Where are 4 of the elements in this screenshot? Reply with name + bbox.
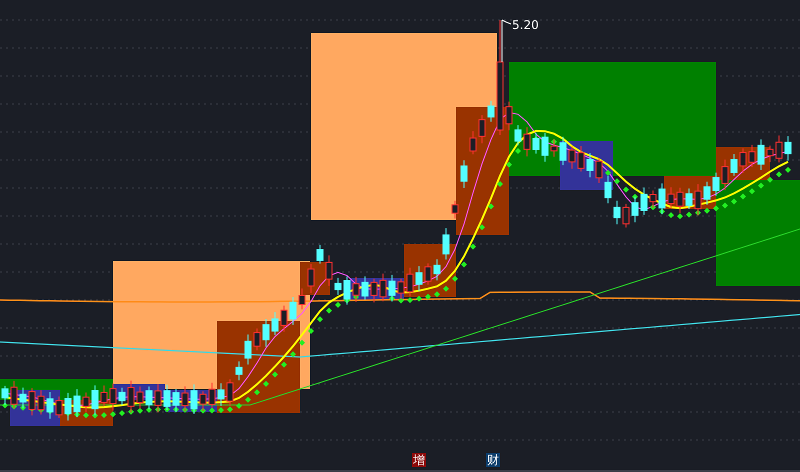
- marker-badge: 财: [486, 453, 500, 467]
- price-label: 5.20: [512, 18, 539, 32]
- peak-marker: [502, 20, 512, 62]
- marker-badge: 增: [412, 453, 426, 467]
